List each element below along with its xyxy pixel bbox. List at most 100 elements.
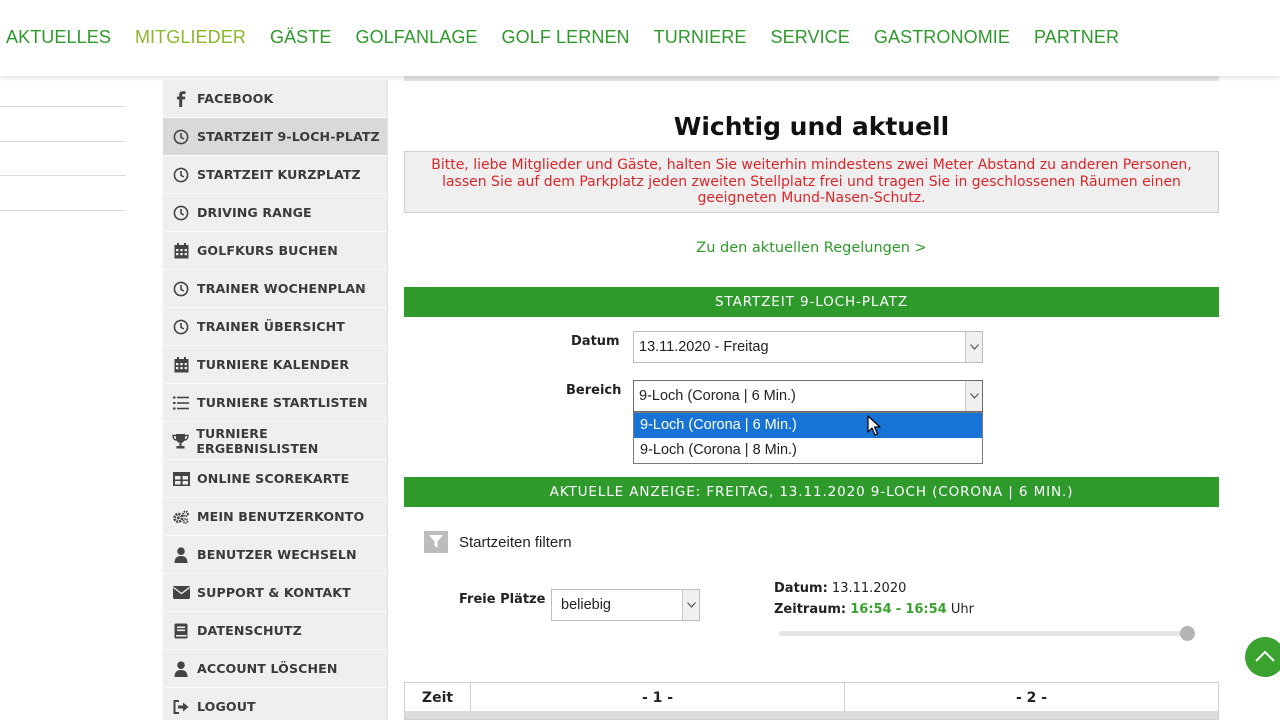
logout-icon: [172, 698, 190, 716]
page-title: Wichtig und aktuell: [673, 112, 950, 141]
zeit-unit: Uhr: [950, 602, 974, 617]
calendar-icon: [172, 356, 190, 374]
sidebar-item-driving-range[interactable]: DRIVING RANGE: [163, 194, 387, 232]
datum-info-label: Datum:: [774, 581, 828, 596]
nav-item-partner[interactable]: PARTNER: [1034, 27, 1119, 48]
notice-box: Bitte, liebe Mitglieder und Gäste, halte…: [404, 151, 1219, 213]
nav-item-gastronomie[interactable]: GASTRONOMIE: [874, 27, 1010, 48]
nav-list: AKTUELLES MITGLIEDER GÄSTE GOLFANLAGE GOLF L…: [6, 27, 1143, 48]
user-icon: [172, 546, 190, 564]
sidebar-item-facebook[interactable]: FACEBOOK: [163, 80, 387, 118]
freie-plaetze-value: beliebig: [561, 597, 611, 613]
clock-icon: [172, 204, 190, 222]
filter-toggle[interactable]: Startzeiten filtern: [424, 531, 572, 553]
sidebar-item-label: DRIVING RANGE: [197, 205, 312, 220]
chevron-down-icon[interactable]: [965, 381, 982, 411]
freie-plaetze-label: Freie Plätze: [459, 592, 546, 607]
table-icon: [172, 470, 190, 488]
scroll-top-button[interactable]: [1245, 637, 1280, 677]
sidebar-item-label: LOGOUT: [197, 699, 256, 714]
nav-item-service[interactable]: SERVICE: [770, 27, 849, 48]
time-info: Datum: 13.11.2020 Zeitraum: 16:54 - 16:5…: [774, 578, 974, 620]
nav-item-turniere[interactable]: TURNIERE: [654, 27, 747, 48]
time-range-slider[interactable]: [779, 626, 1195, 641]
sidebar-item-label: TURNIERE KALENDER: [197, 357, 350, 372]
sidebar-item-startzeit-kurzplatz[interactable]: STARTZEIT KURZPLATZ: [163, 156, 387, 194]
sidebar-item-turniere-ergebnislisten[interactable]: TURNIERE ERGEBNISLISTEN: [163, 422, 387, 460]
sidebar-item-label: TURNIERE STARTLISTEN: [197, 395, 368, 410]
dropdown-option[interactable]: 9-Loch (Corona | 8 Min.): [634, 438, 982, 463]
nav-item-aktuelles[interactable]: AKTUELLES: [6, 27, 111, 48]
sidebar-item-benutzer-wechseln[interactable]: BENUTZER WECHSELN: [163, 536, 387, 574]
sidebar-item-label: ONLINE SCOREKARTE: [197, 471, 350, 486]
clock-icon: [172, 280, 190, 298]
sidebar-item-datenschutz[interactable]: DATENSCHUTZ: [163, 612, 387, 650]
nav-item-golf-lernen[interactable]: GOLF LERNEN: [502, 27, 630, 48]
divider: [0, 176, 126, 211]
nav-item-golfanlage[interactable]: GOLFANLAGE: [355, 27, 477, 48]
sidebar-menu: FACEBOOK STARTZEIT 9-LOCH-PLATZ STARTZEIT …: [163, 80, 388, 720]
dropdown-option[interactable]: 9-Loch (Corona | 6 Min.): [634, 413, 982, 438]
clock-icon: [172, 318, 190, 336]
zeit-from: 16:54: [850, 602, 892, 617]
datum-label: Datum: [571, 334, 620, 349]
nav-item-mitglieder[interactable]: MITGLIEDER: [135, 27, 246, 48]
sidebar-item-label: ACCOUNT LÖSCHEN: [197, 661, 338, 676]
sidebar-item-label: TRAINER ÜBERSICHT: [197, 319, 345, 334]
zeit-to: 16:54: [905, 602, 947, 617]
sidebar-item-trainer-übersicht[interactable]: TRAINER ÜBERSICHT: [163, 308, 387, 346]
zeit-separator: -: [895, 602, 902, 617]
sidebar-item-label: TURNIERE ERGEBNISLISTEN: [196, 425, 319, 456]
sidebar-item-online-scorekarte[interactable]: ONLINE SCOREKARTE: [163, 460, 387, 498]
notice-line: geeigneten Mund-Nasen-Schutz.: [697, 190, 926, 206]
sidebar-item-golfkurs-buchen[interactable]: GOLFKURS BUCHEN: [163, 232, 387, 270]
filter-icon[interactable]: [424, 531, 448, 553]
gears-icon: [172, 508, 190, 526]
sidebar-item-label: SUPPORT & KONTAKT: [197, 585, 351, 600]
sidebar-item-trainer-wochenplan[interactable]: TRAINER WOCHENPLAN: [163, 270, 387, 308]
sidebar-item-turniere-startlisten[interactable]: TURNIERE STARTLISTEN: [163, 384, 387, 422]
slider-handle[interactable]: [1180, 626, 1195, 641]
sidebar-item-label: MEIN BENUTZERKONTO: [197, 509, 365, 524]
regulations-link[interactable]: Zu den aktuellen Regelungen >: [404, 240, 1219, 256]
sidebar-item-label: STARTZEIT 9-LOCH-PLATZ: [197, 129, 380, 144]
trophy-icon: [172, 432, 189, 450]
envelope-icon: [172, 584, 190, 602]
sidebar-item-label: GOLFKURS BUCHEN: [197, 243, 338, 258]
chevron-down-icon[interactable]: [682, 590, 699, 620]
sidebar-item-label: BENUTZER WECHSELN: [197, 547, 357, 562]
bereich-dropdown-list: 9-Loch (Corona | 6 Min.) 9-Loch (Corona …: [633, 412, 983, 464]
top-navigation: AKTUELLES MITGLIEDER GÄSTE GOLFANLAGE GOLF L…: [0, 0, 1280, 76]
sidebar-item-account-löschen[interactable]: ACCOUNT LÖSCHEN: [163, 650, 387, 688]
zeitraum-info: Zeitraum: 16:54 - 16:54 Uhr: [774, 599, 974, 620]
chevron-up-icon[interactable]: [1254, 648, 1276, 667]
divider: [0, 76, 126, 107]
notice-line: Bitte, liebe Mitglieder und Gäste, halte…: [431, 157, 1192, 173]
column-header-zeit: Zeit: [405, 683, 471, 712]
notice-line: lassen Sie auf dem Parkplatz jeden zweit…: [442, 173, 1181, 190]
sidebar-item-label: DATENSCHUTZ: [197, 623, 302, 638]
datum-select[interactable]: 13.11.2020 - Freitag: [633, 331, 983, 363]
bereich-value: 9-Loch (Corona | 6 Min.): [639, 388, 796, 404]
facebook-icon: [172, 90, 190, 108]
table-row-strip: [405, 711, 1218, 719]
left-column-dividers: [0, 76, 126, 211]
sidebar-item-label: STARTZEIT KURZPLATZ: [197, 167, 361, 182]
sidebar-item-label: FACEBOOK: [197, 91, 274, 106]
clock-icon: [172, 128, 190, 146]
bereich-select[interactable]: 9-Loch (Corona | 6 Min.): [633, 380, 983, 412]
list-icon: [172, 394, 190, 412]
datum-value: 13.11.2020 - Freitag: [639, 339, 769, 355]
chevron-down-icon[interactable]: [965, 332, 982, 362]
filter-label[interactable]: Startzeiten filtern: [459, 534, 572, 551]
sidebar-item-support-kontakt[interactable]: SUPPORT & KONTAKT: [163, 574, 387, 612]
sidebar-item-turniere-kalender[interactable]: TURNIERE KALENDER: [163, 346, 387, 384]
sidebar-item-label: TRAINER WOCHENPLAN: [197, 281, 366, 296]
freie-plaetze-select[interactable]: beliebig: [551, 589, 700, 621]
current-display-bar: AKTUELLE ANZEIGE: FREITAG, 13.11.2020 9-…: [404, 477, 1219, 507]
sidebar-item-logout[interactable]: LOGOUT: [163, 688, 387, 720]
sidebar-item-mein-benutzerkonto[interactable]: MEIN BENUTZERKONTO: [163, 498, 387, 536]
column-header-1: - 1 -: [471, 683, 845, 712]
nav-item-gäste[interactable]: GÄSTE: [270, 27, 332, 48]
sidebar-item-startzeit-9-loch-platz[interactable]: STARTZEIT 9-LOCH-PLATZ: [163, 118, 387, 156]
